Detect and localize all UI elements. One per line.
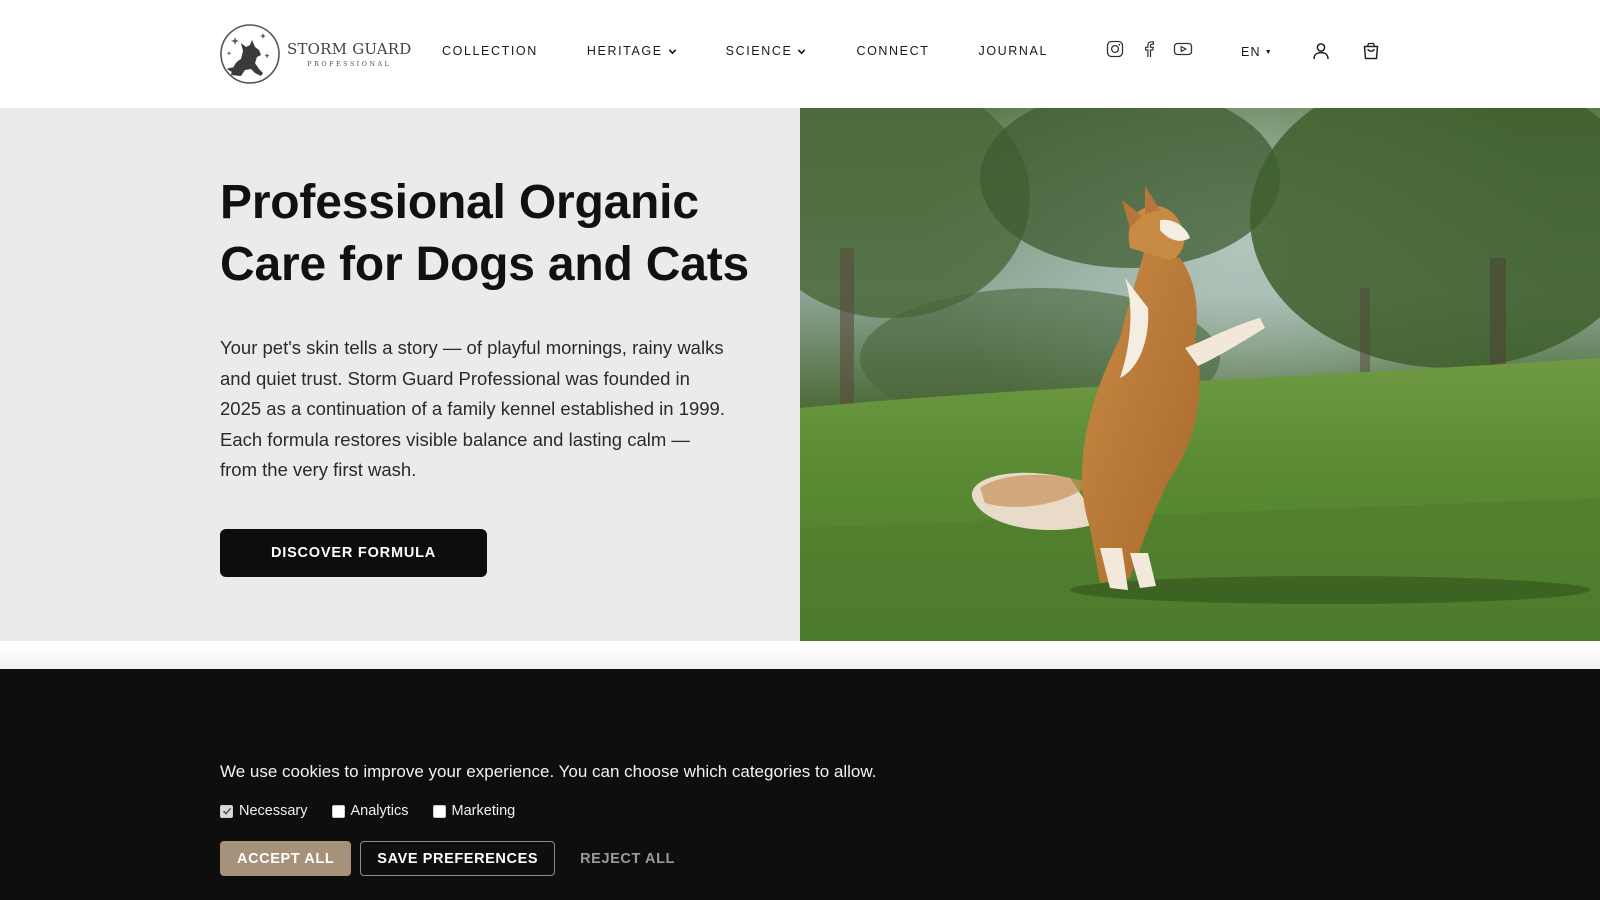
cookie-option-label: Marketing bbox=[451, 803, 516, 819]
cookie-message: We use cookies to improve your experienc… bbox=[220, 762, 877, 781]
main-nav: COLLECTION HERITAGE SCIENCE CONNECT JOUR… bbox=[442, 44, 1048, 58]
social-links bbox=[1105, 39, 1193, 59]
discover-formula-button[interactable]: DISCOVER FORMULA bbox=[220, 529, 487, 577]
nav-item-label: CONNECT bbox=[856, 44, 930, 58]
hero-description: Your pet's skin tells a story — of playf… bbox=[220, 337, 725, 481]
user-icon[interactable] bbox=[1311, 41, 1331, 61]
checkbox-unchecked[interactable] bbox=[331, 804, 345, 818]
section-divider bbox=[0, 641, 1600, 669]
accept-all-button[interactable]: ACCEPT ALL bbox=[220, 841, 352, 876]
hero-title-line1: Professional Organic bbox=[220, 176, 699, 229]
nav-item-science[interactable]: SCIENCE bbox=[726, 44, 808, 58]
cookie-banner: We use cookies to improve your experienc… bbox=[0, 669, 1600, 900]
cookie-option-analytics[interactable]: Analytics bbox=[331, 803, 409, 819]
nav-item-label: JOURNAL bbox=[978, 44, 1049, 58]
nav-item-journal[interactable]: JOURNAL bbox=[978, 44, 1048, 58]
nav-item-collection[interactable]: COLLECTION bbox=[442, 44, 538, 58]
corgi-logo-icon bbox=[220, 24, 280, 84]
hero-title: Professional Organic Care for Dogs and C… bbox=[220, 172, 780, 296]
caret-down-icon: ▼ bbox=[1264, 48, 1273, 56]
nav-item-label: SCIENCE bbox=[725, 44, 793, 58]
nav-item-label: COLLECTION bbox=[442, 44, 538, 58]
nav-item-label: HERITAGE bbox=[586, 44, 663, 58]
language-label: EN bbox=[1241, 45, 1261, 59]
corgi-photo-illustration bbox=[800, 108, 1600, 641]
hero-image bbox=[800, 108, 1600, 641]
checkbox-unchecked[interactable] bbox=[432, 804, 446, 818]
cookie-option-label: Analytics bbox=[350, 803, 409, 819]
brand-logo[interactable]: STORM GUARD PROFESSIONAL bbox=[219, 23, 412, 85]
nav-item-heritage[interactable]: HERITAGE bbox=[587, 44, 678, 58]
hero-title-line2: Care for Dogs and Cats bbox=[220, 238, 750, 291]
cookie-categories: Necessary Analytics Marketing bbox=[220, 803, 515, 819]
language-selector[interactable]: EN ▼ bbox=[1241, 45, 1273, 59]
chevron-down-icon bbox=[668, 48, 676, 54]
shopping-bag-icon[interactable] bbox=[1361, 41, 1381, 61]
instagram-icon[interactable] bbox=[1105, 39, 1125, 59]
brand-name: STORM GUARD bbox=[287, 40, 412, 58]
chevron-down-icon bbox=[798, 48, 806, 54]
cookie-option-label: Necessary bbox=[239, 803, 308, 819]
brand-subtitle: PROFESSIONAL bbox=[307, 60, 392, 68]
cookie-option-marketing[interactable]: Marketing bbox=[432, 803, 516, 819]
reject-all-button[interactable]: REJECT ALL bbox=[564, 841, 691, 876]
save-preferences-button[interactable]: SAVE PREFERENCES bbox=[360, 841, 556, 876]
nav-item-connect[interactable]: CONNECT bbox=[856, 44, 929, 58]
brand-wordmark: STORM GUARD PROFESSIONAL bbox=[287, 40, 412, 68]
youtube-icon[interactable] bbox=[1173, 39, 1193, 59]
site-header: STORM GUARD PROFESSIONAL COLLECTION HERI… bbox=[0, 0, 1600, 108]
cookie-actions: ACCEPT ALL SAVE PREFERENCES REJECT ALL bbox=[220, 841, 691, 876]
facebook-icon[interactable] bbox=[1139, 39, 1159, 59]
checkbox-checked[interactable] bbox=[220, 804, 233, 818]
cookie-option-necessary[interactable]: Necessary bbox=[220, 803, 308, 819]
check-icon bbox=[222, 807, 231, 815]
